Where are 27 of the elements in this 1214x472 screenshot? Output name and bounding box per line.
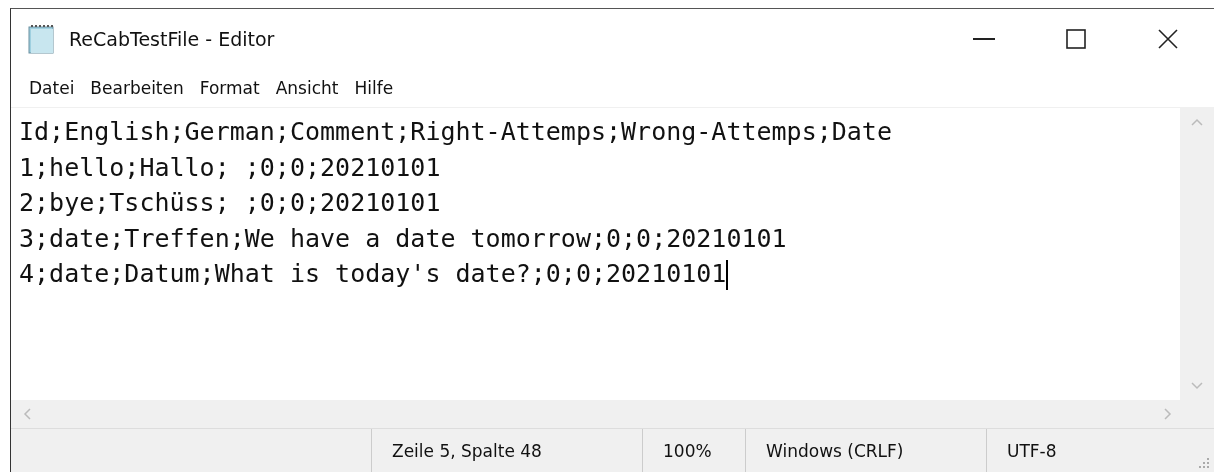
text-line: 3;date;Treffen;We have a date tomorrow;0;0;20210101 bbox=[19, 222, 788, 255]
text-line: 4;date;Datum;What is today's date?;0;0;20210101 bbox=[19, 258, 730, 292]
maximize-icon bbox=[1066, 29, 1086, 49]
text-line: Id;English;German;Comment;Right-Attemps;Wrong-Attemps;Date bbox=[19, 116, 893, 148]
minimize-icon bbox=[973, 38, 995, 40]
scroll-right-icon bbox=[1164, 408, 1172, 420]
menu-item[interactable]: Ansicht bbox=[269, 78, 345, 98]
menu-item[interactable]: Bearbeiten bbox=[84, 78, 190, 98]
window-title: ReCabTestFile - Editor bbox=[69, 28, 275, 50]
notepad-icon bbox=[27, 23, 57, 55]
status-field: Zeile 5, Spalte 48 bbox=[371, 429, 642, 472]
status-field: Windows (CRLF) bbox=[745, 429, 986, 472]
text-line: 1;hello;Hallo; ;0;0;20210101 bbox=[19, 151, 442, 184]
status-field: 100% bbox=[642, 429, 745, 472]
close-icon bbox=[1158, 29, 1178, 49]
horizontal-scrollbar[interactable] bbox=[11, 400, 1214, 428]
menu-item[interactable]: Datei bbox=[23, 78, 81, 98]
menu-item[interactable]: Format bbox=[193, 78, 266, 98]
resize-grip-icon[interactable] bbox=[1198, 457, 1210, 469]
scroll-down-icon bbox=[1191, 382, 1203, 390]
text-caret bbox=[726, 260, 729, 290]
text-line: 2;bye;Tschüss; ;0;0;20210101 bbox=[19, 187, 442, 219]
scroll-left-icon bbox=[23, 408, 31, 420]
menu-item[interactable]: Hilfe bbox=[348, 78, 400, 98]
vertical-scrollbar[interactable] bbox=[1180, 108, 1214, 400]
scroll-up-icon bbox=[1191, 118, 1203, 126]
status-field: UTF-8 bbox=[986, 429, 1198, 472]
